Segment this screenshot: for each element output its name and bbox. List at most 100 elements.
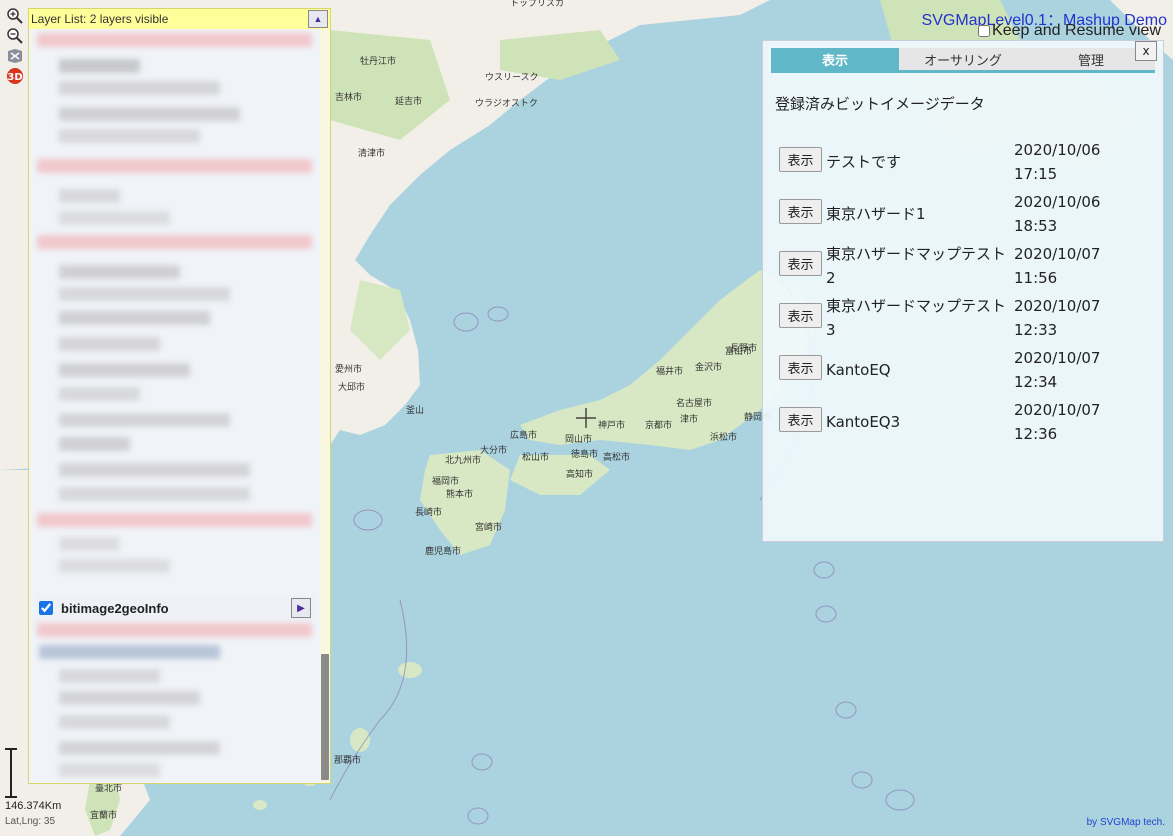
layer-expand-button[interactable]: ▶	[291, 598, 311, 618]
obscured-row	[59, 81, 220, 95]
obscured-row	[59, 107, 240, 121]
item-time: 12:36	[1014, 425, 1058, 443]
item-timestamp: 2020/10/07 12:33	[1014, 294, 1100, 342]
item-date: 2020/10/06	[1014, 141, 1101, 159]
list-item: 表示 KantoEQ 2020/10/07 12:34	[777, 344, 1157, 396]
show-button[interactable]: 表示	[779, 303, 822, 328]
show-button[interactable]: 表示	[779, 199, 822, 224]
zoom-in-icon[interactable]	[5, 6, 25, 26]
tab-bar: 表示 オーサリング 管理	[771, 48, 1155, 73]
item-name: 東京ハザードマップテスト3	[826, 297, 1007, 339]
obscured-row	[39, 645, 220, 659]
item-time: 11:56	[1014, 269, 1058, 287]
layer-name: bitimage2geoInfo	[61, 600, 169, 616]
map-label: 浜松市	[710, 431, 737, 443]
3d-view-icon[interactable]: 3D	[5, 66, 25, 86]
obscured-row	[59, 363, 190, 377]
item-date: 2020/10/07	[1014, 297, 1101, 315]
credit-link[interactable]: by SVGMap tech.	[1087, 817, 1165, 828]
item-time: 18:53	[1014, 217, 1058, 235]
item-time: 12:33	[1014, 321, 1058, 339]
map-label: トップリスカ	[510, 0, 564, 9]
scrollbar-thumb[interactable]	[321, 654, 329, 780]
bitimage-dialog: 表示 オーサリング 管理 x 登録済みビットイメージデータ 表示 テストです 2…	[762, 40, 1164, 542]
obscured-row	[59, 337, 160, 351]
dialog-heading: 登録済みビットイメージデータ	[775, 95, 985, 113]
tab-display[interactable]: 表示	[771, 48, 899, 70]
layer-visibility-checkbox[interactable]	[39, 601, 53, 615]
tab-authoring[interactable]: オーサリング	[899, 48, 1027, 70]
item-timestamp: 2020/10/06 18:53	[1014, 190, 1100, 238]
triangle-up-icon: ▲	[313, 14, 323, 24]
map-label: 宮崎市	[475, 521, 502, 533]
show-button[interactable]: 表示	[779, 407, 822, 432]
list-item: 表示 KantoEQ3 2020/10/07 12:36	[777, 396, 1157, 448]
map-label: 大邱市	[338, 381, 365, 393]
keep-resume-checkbox[interactable]	[978, 25, 991, 37]
item-name: 東京ハザード1	[826, 205, 926, 223]
map-label: 北九州市	[445, 454, 481, 466]
obscured-row	[59, 691, 200, 705]
collapse-button[interactable]: ▲	[308, 10, 328, 28]
obscured-row	[59, 59, 140, 73]
list-item: 表示 東京ハザードマップテスト2 2020/10/07 11:56	[777, 240, 1157, 292]
obscured-row	[37, 235, 312, 249]
layer-list-header[interactable]: Layer List: 2 layers visible ▲	[29, 9, 330, 29]
gps-icon[interactable]	[5, 46, 25, 66]
map-label: 神戸市	[598, 419, 625, 431]
obscured-row	[37, 33, 312, 47]
item-time: 12:34	[1014, 373, 1058, 391]
obscured-row	[59, 189, 120, 203]
layer-list-title: Layer List: 2 layers visible	[31, 12, 169, 26]
map-label: ウラジオストク	[475, 98, 538, 109]
layer-list-panel: Layer List: 2 layers visible ▲ bitimage2…	[28, 8, 331, 784]
zoom-out-icon[interactable]	[5, 26, 25, 46]
show-button[interactable]: 表示	[779, 251, 822, 276]
map-label: 福岡市	[432, 475, 459, 487]
map-label: 愛州市	[335, 363, 362, 375]
keep-resume-toggle[interactable]: Keep and Resume view	[978, 22, 1161, 40]
layer-list-scrollbar[interactable]	[320, 29, 330, 783]
map-label: 吉林市	[335, 91, 362, 103]
obscured-row	[59, 129, 200, 143]
map-label: 徳島市	[571, 448, 598, 460]
keep-resume-label: Keep and Resume view	[992, 22, 1161, 39]
layer-row-bitimage2geoinfo[interactable]: bitimage2geoInfo ▶	[35, 595, 317, 621]
obscured-row	[59, 311, 210, 325]
item-timestamp: 2020/10/06 17:15	[1014, 138, 1100, 186]
map-label: 大分市	[480, 444, 507, 456]
map-label: 高松市	[603, 451, 630, 463]
map-label: 延吉市	[395, 95, 422, 107]
triangle-right-icon: ▶	[297, 602, 305, 614]
obscured-row	[59, 741, 220, 755]
map-label: 長崎市	[415, 506, 442, 518]
map-label: 広島市	[510, 429, 537, 441]
item-timestamp: 2020/10/07 11:56	[1014, 242, 1100, 290]
obscured-row	[59, 413, 230, 427]
close-button[interactable]: x	[1135, 41, 1157, 61]
obscured-row	[59, 463, 250, 477]
obscured-row	[37, 623, 312, 637]
obscured-row	[59, 715, 170, 729]
item-time: 17:15	[1014, 165, 1058, 183]
obscured-row	[59, 487, 250, 501]
obscured-row	[59, 287, 230, 301]
obscured-row	[59, 211, 170, 225]
item-name: テストです	[826, 153, 902, 171]
item-timestamp: 2020/10/07 12:34	[1014, 346, 1100, 394]
map-label: 松山市	[522, 451, 549, 463]
item-date: 2020/10/06	[1014, 193, 1101, 211]
3d-label: 3D	[7, 72, 22, 83]
obscured-row	[59, 437, 130, 451]
map-label: 那覇市	[334, 754, 361, 766]
map-label: 熊本市	[446, 488, 473, 500]
map-label: 牡丹江市	[360, 55, 396, 67]
show-button[interactable]: 表示	[779, 355, 822, 380]
list-item: 表示 テストです 2020/10/06 17:15	[777, 136, 1157, 188]
item-date: 2020/10/07	[1014, 401, 1101, 419]
show-button[interactable]: 表示	[779, 147, 822, 172]
item-name: 東京ハザードマップテスト2	[826, 245, 1007, 287]
item-date: 2020/10/07	[1014, 349, 1101, 367]
map-label: 京都市	[645, 419, 672, 431]
layer-list-body: bitimage2geoInfo ▶	[29, 29, 320, 783]
